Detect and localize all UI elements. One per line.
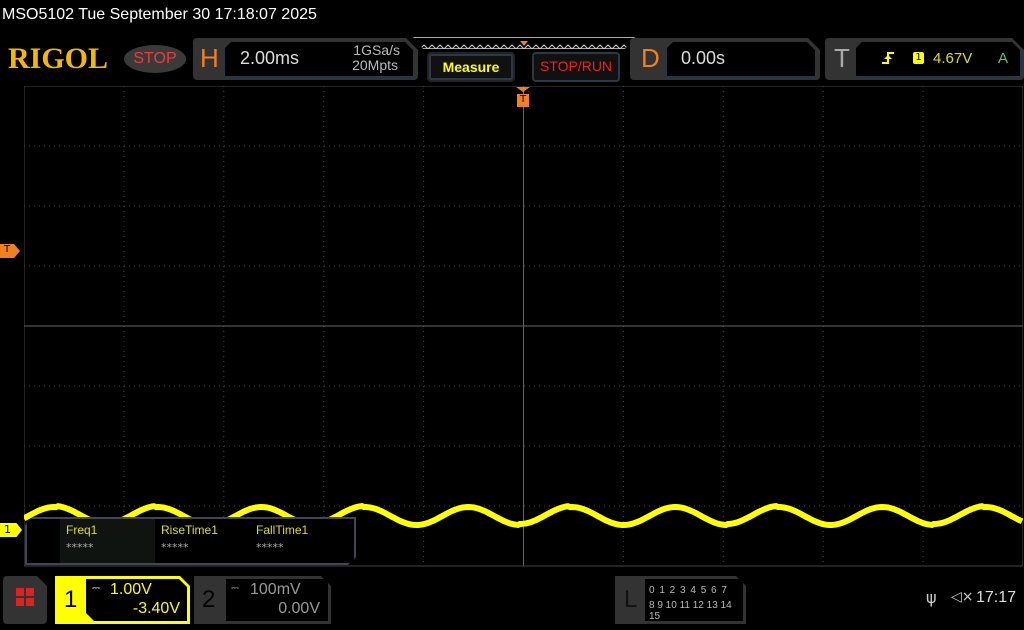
delay-value: 0.00s: [681, 48, 726, 68]
channel1-offset-marker[interactable]: 1: [0, 523, 22, 537]
trigger-marker-label: T: [519, 94, 527, 105]
memory-overview: [413, 37, 635, 49]
dc-coupling-icon: ⎓: [92, 583, 100, 594]
usb-icon: ψ: [926, 588, 937, 607]
trigger-label: T: [834, 43, 850, 73]
mute-icon[interactable]: ◁×: [951, 589, 974, 605]
channel1-number: 1: [64, 586, 78, 613]
stop-run-button[interactable]: STOP/RUN: [532, 52, 620, 82]
delay-label: D: [641, 43, 660, 73]
logic-label: L: [624, 586, 638, 613]
measurement-panel: Freq1 ***** RiseTime1 ***** FallTime1 *****: [25, 517, 356, 565]
timebase-value: 2.00ms: [240, 48, 300, 68]
channel2-number: 2: [202, 586, 216, 613]
trigger-level-marker[interactable]: T: [0, 244, 20, 258]
trigger-position-marker[interactable]: T: [516, 87, 530, 109]
measure-button[interactable]: Measure: [427, 52, 515, 82]
waveform-grid: [24, 86, 1023, 567]
channel2-offset: 0.00V: [278, 600, 320, 617]
measurement-name: FallTime1: [256, 523, 309, 537]
logic-row-0-7: 0 1 2 3 4 5 6 7: [649, 585, 728, 596]
menu-grid-icon: [3, 576, 47, 624]
dc-coupling-icon: ⎓: [231, 583, 239, 594]
measurement-name: Freq1: [66, 523, 98, 537]
run-state-indicator[interactable]: STOP: [124, 45, 186, 73]
measurement-falltime1[interactable]: FallTime1 *****: [250, 519, 345, 563]
logic-row-8-15: 8 9 10 11 12 13 14 15: [649, 600, 732, 622]
logic-channels: 0 1 2 3 4 5 6 7 8 9 10 11 12 13 14 15: [645, 579, 743, 622]
horizontal-label: H: [200, 43, 219, 73]
channel2-scale: 100mV: [250, 581, 301, 598]
sample-rate: 1GSa/s: [353, 42, 400, 58]
main-menu-button[interactable]: [3, 576, 47, 624]
trigger-source: 1: [913, 52, 924, 64]
measurement-value: *****: [161, 541, 189, 554]
clock: 17:17: [976, 589, 1017, 606]
measurement-name: RiseTime1: [161, 523, 218, 537]
trigger-level: 4.67V: [933, 50, 973, 67]
channel1-scale: 1.00V: [110, 581, 152, 598]
window-title: MSO5102 Tue September 30 17:18:07 2025: [2, 6, 317, 23]
memory-depth: 20Mpts: [352, 57, 398, 73]
measurement-freq1[interactable]: Freq1 *****: [60, 519, 155, 563]
rigol-logo: RIGOL: [8, 42, 109, 75]
rising-edge-icon: [882, 52, 894, 64]
measurement-risetime1[interactable]: RiseTime1 *****: [155, 519, 250, 563]
measurement-value: *****: [66, 541, 94, 554]
measurement-value: *****: [256, 541, 284, 554]
channel1-offset: -3.40V: [132, 600, 180, 617]
trigger-mode: A: [998, 50, 1009, 67]
